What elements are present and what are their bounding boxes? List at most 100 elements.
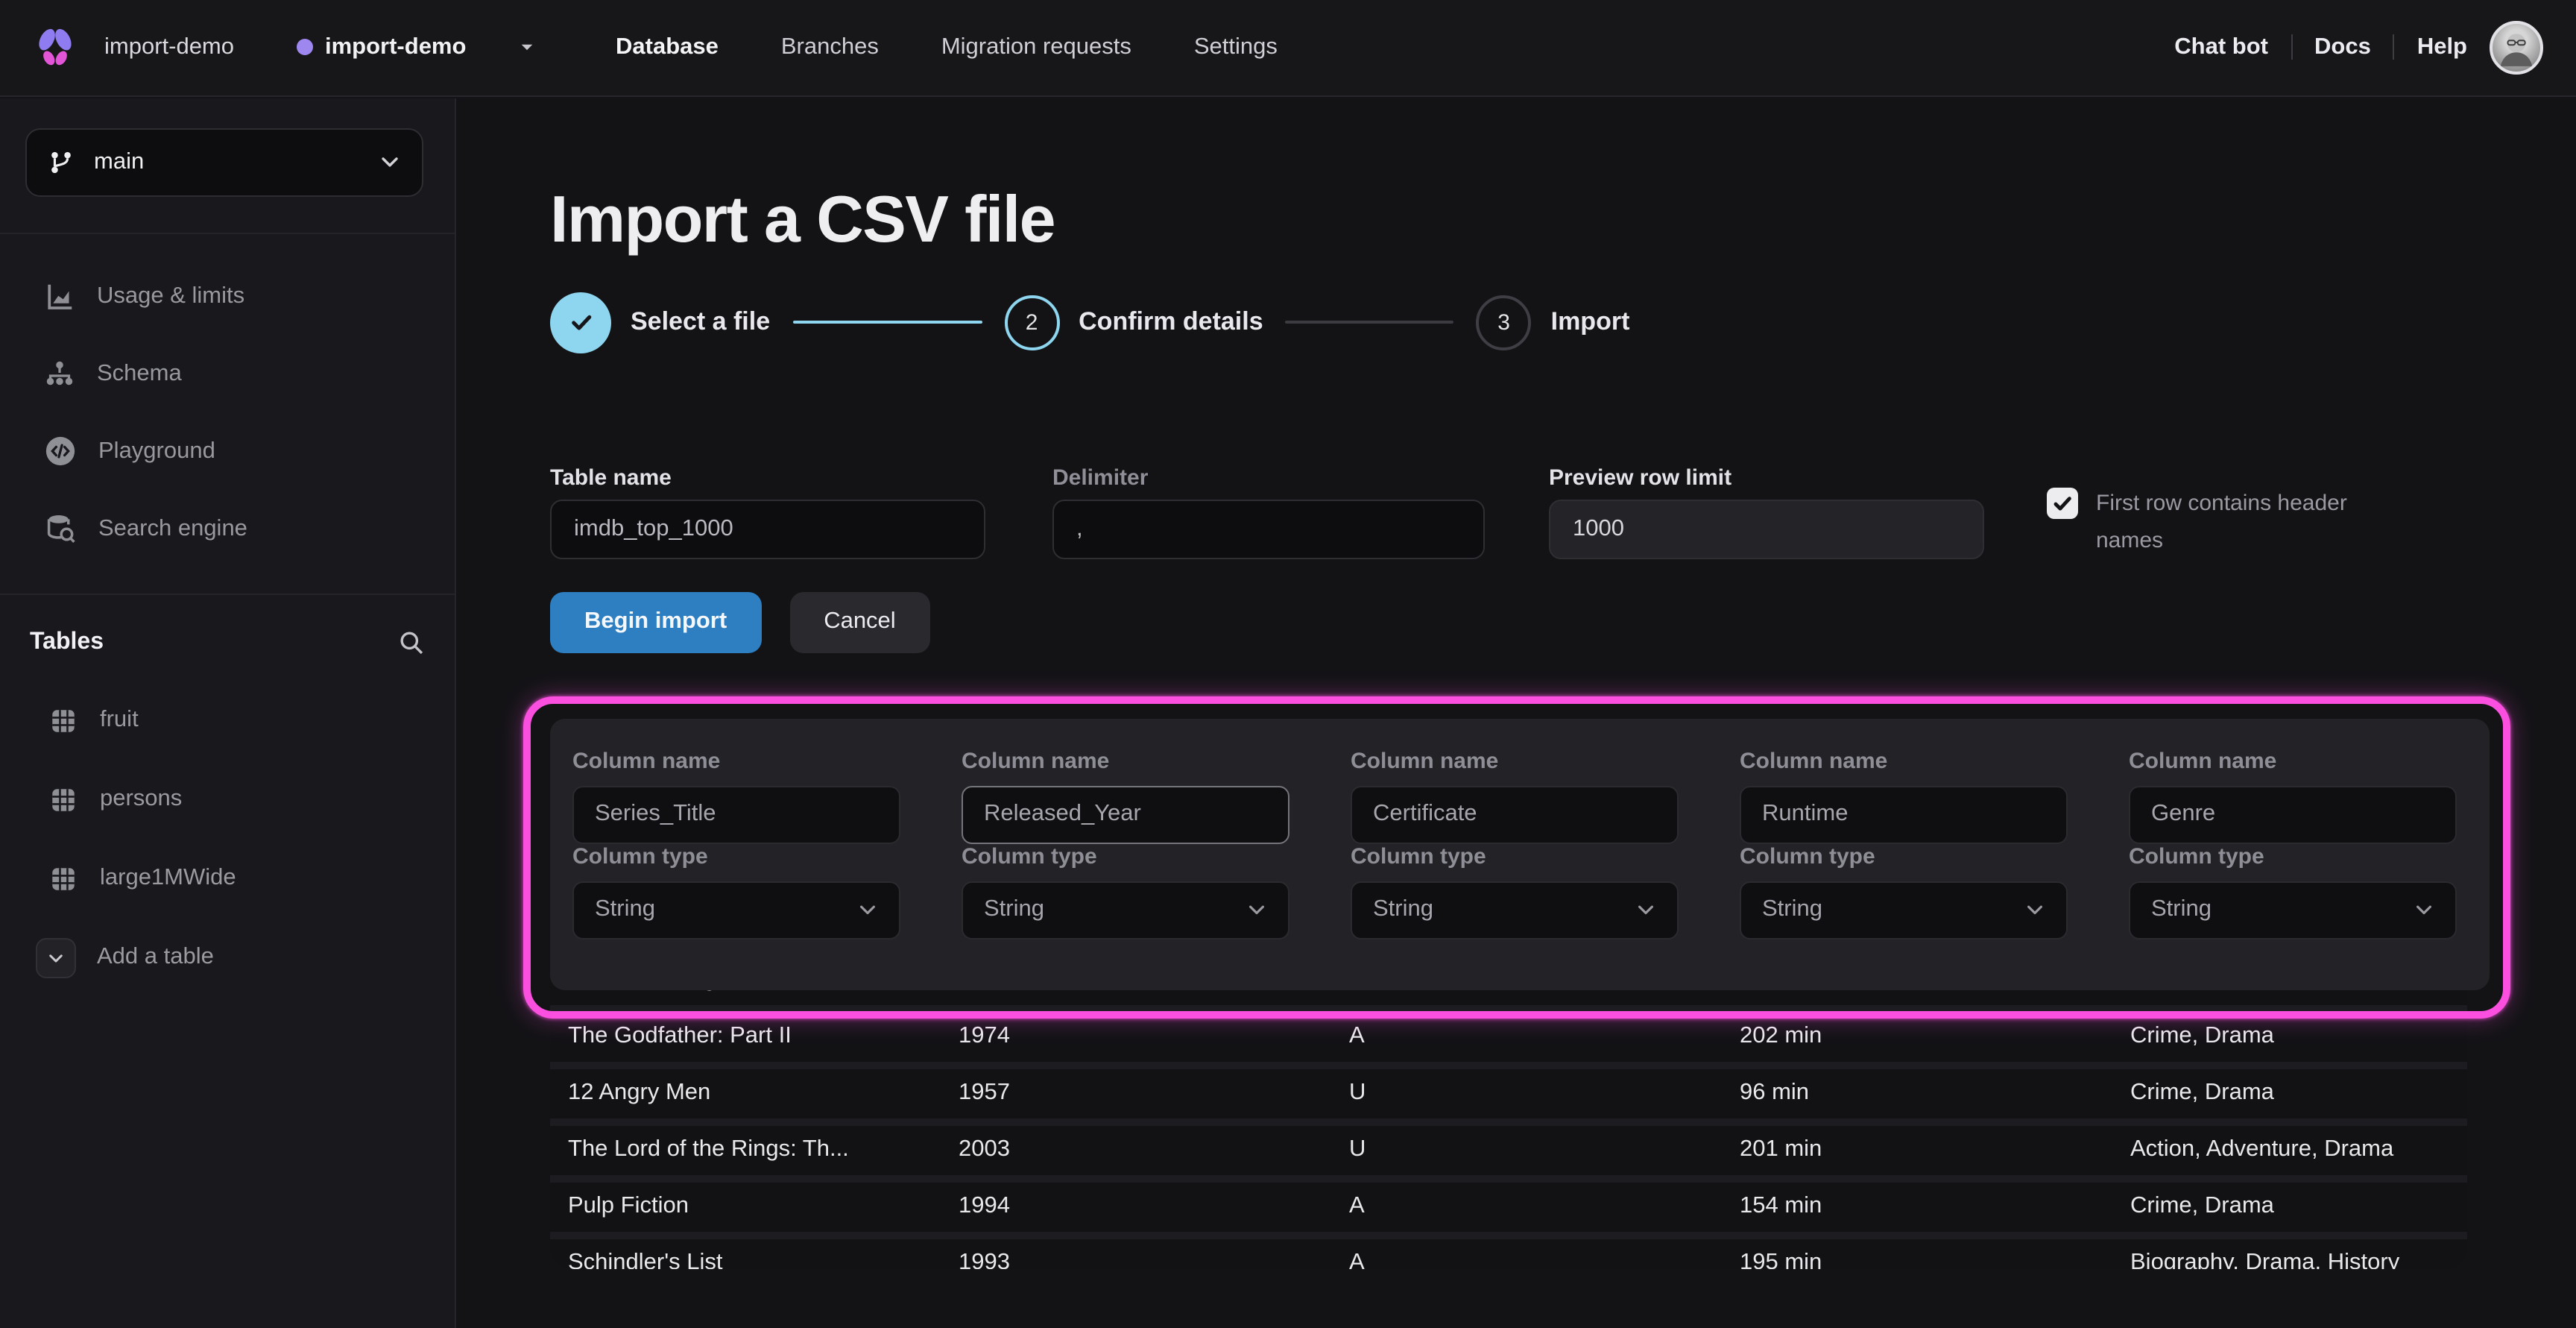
table-row[interactable]: The Godfather: Part II1974A202 minCrime,… (550, 1012, 2467, 1061)
table-row[interactable]: 12 Angry Men1957U96 minCrime, Drama (550, 1069, 2467, 1118)
tables-heading: Tables (30, 629, 398, 655)
delimiter-input[interactable]: , (1052, 499, 1485, 558)
sidebar-table-persons[interactable]: persons (0, 760, 455, 839)
top-nav-item-migration-requests[interactable]: Migration requests (941, 34, 1131, 61)
step-1-label: Select a file (631, 307, 770, 337)
begin-import-button[interactable]: Begin import (550, 591, 761, 652)
chat-bot-link[interactable]: Chat bot (2174, 34, 2268, 61)
table-grid-icon (49, 706, 78, 734)
form-actions: Begin import Cancel (550, 591, 930, 652)
table-cell: Crime, Drama (2112, 1193, 2467, 1220)
top-nav-item-database[interactable]: Database (616, 34, 719, 61)
help-link[interactable]: Help (2417, 34, 2467, 61)
table-row[interactable]: The Lord of the Rings: Th...2003U201 min… (550, 1125, 2467, 1174)
table-name-label: large1MWide (100, 865, 236, 892)
sidebar-item-search-engine[interactable]: Search engine (0, 490, 455, 567)
preview-row-limit-label: Preview row limit (1549, 465, 1984, 491)
workspace-name[interactable]: import-demo (104, 34, 234, 61)
table-cell: A (1331, 1023, 1722, 1050)
top-nav-item-settings[interactable]: Settings (1194, 34, 1278, 61)
sidebar-table-large1mwide[interactable]: large1MWide (0, 839, 455, 918)
column-name-label: Column name (1351, 748, 1498, 773)
add-table-label: Add a table (97, 944, 214, 971)
table-cell: 154 min (1722, 1193, 2112, 1220)
column-type-label: Column type (962, 843, 1097, 869)
column-type-select[interactable]: String (2129, 881, 2457, 939)
branch-name: main (94, 148, 359, 175)
playground-icon (45, 435, 76, 467)
cancel-button[interactable]: Cancel (789, 591, 930, 652)
docs-link[interactable]: Docs (2314, 34, 2371, 61)
column-mapping-panel: Column nameSeries_TitleColumn typeString… (550, 718, 2490, 989)
column-name-input[interactable]: Series_Title (572, 785, 900, 843)
column-type-select[interactable]: String (1740, 881, 2068, 939)
branch-selector[interactable]: main (25, 128, 423, 196)
table-cell: Crime, Drama (2112, 1023, 2467, 1050)
table-cell: 202 min (1722, 1023, 2112, 1050)
header-row-option: First row contains header names (2047, 465, 2390, 558)
first-row-header-label[interactable]: First row contains header names (2096, 484, 2364, 558)
first-row-header-checkbox[interactable] (2047, 487, 2078, 518)
table-cell: 12 Angry Men (550, 1080, 941, 1107)
column-type-value: String (2151, 896, 2212, 923)
column-mapping-1: Column nameReleased_YearColumn typeStrin… (962, 748, 1289, 939)
table-cell: 195 min (1722, 1250, 2112, 1268)
git-branch-icon (48, 148, 75, 175)
column-name-label: Column name (2129, 748, 2276, 773)
sidebar-item-usage-limits[interactable]: Usage & limits (0, 257, 455, 335)
sidebar-item-playground[interactable]: Playground (0, 412, 455, 490)
table-cell: 1994 (941, 1193, 1331, 1220)
search-icon[interactable] (398, 629, 425, 655)
column-name-label: Column name (572, 748, 720, 773)
sidebar-item-label: Usage & limits (97, 283, 244, 309)
table-name-input[interactable]: imdb_top_1000 (550, 499, 985, 558)
chevron-down-icon[interactable] (517, 38, 537, 57)
primary-nav: Database Branches Migration requests Settin… (616, 0, 1278, 95)
table-cell: 1993 (941, 1250, 1331, 1268)
column-mapping-2: Column nameCertificateColumn typeString (1351, 748, 1679, 939)
top-nav-item-branches[interactable]: Branches (781, 34, 879, 61)
database-switcher[interactable]: import-demo (325, 34, 466, 61)
column-type-select[interactable]: String (1351, 881, 1679, 939)
table-grid-icon (49, 785, 78, 814)
table-cell: Schindler's List (550, 1250, 941, 1268)
search-engine-icon (45, 513, 76, 544)
table-cell: U (1331, 1080, 1722, 1107)
chevron-down-icon (1635, 899, 1656, 920)
sidebar-item-label: Search engine (98, 515, 247, 542)
import-options-form: Table name imdb_top_1000 Delimiter , Pre… (550, 465, 2390, 558)
divider (2393, 35, 2395, 60)
page-title: Import a CSV file (550, 183, 1055, 257)
table-cell: 2003 (941, 1136, 1331, 1163)
table-row[interactable]: Schindler's List1993A195 minBiography, D… (550, 1239, 2467, 1268)
column-type-label: Column type (1740, 843, 1875, 869)
sidebar: main Usage & limits Schema Playground Searc… (0, 98, 456, 1328)
schema-icon (45, 359, 75, 388)
delimiter-label: Delimiter (1052, 465, 1485, 491)
xata-logo-icon[interactable] (33, 25, 78, 70)
sidebar-table-fruit[interactable]: fruit (0, 681, 455, 760)
column-type-value: String (1373, 896, 1433, 923)
step-3-circle: 3 (1477, 295, 1532, 350)
column-type-label: Column type (572, 843, 708, 869)
sidebar-item-label: Schema (97, 360, 182, 387)
column-name-input[interactable]: Certificate (1351, 785, 1679, 843)
add-table-button[interactable]: Add a table (0, 918, 455, 997)
chevron-down-icon[interactable] (36, 937, 76, 978)
table-cell: 1974 (941, 1023, 1331, 1050)
column-type-select[interactable]: String (962, 881, 1289, 939)
sidebar-item-schema[interactable]: Schema (0, 335, 455, 412)
database-color-dot (297, 40, 313, 56)
user-avatar[interactable] (2490, 21, 2543, 75)
column-name-input[interactable]: Runtime (1740, 785, 2068, 843)
column-name-input[interactable]: Released_Year (962, 785, 1289, 843)
table-cell: U (1331, 1136, 1722, 1163)
column-name-input[interactable]: Genre (2129, 785, 2457, 843)
table-row[interactable]: Pulp Fiction1994A154 minCrime, Drama (550, 1182, 2467, 1231)
sidebar-nav: Usage & limits Schema Playground Search eng… (0, 257, 455, 567)
table-name-label: Table name (550, 465, 985, 491)
step-1-check-icon (550, 292, 611, 353)
preview-row-limit-input[interactable]: 1000 (1549, 499, 1984, 558)
column-type-select[interactable]: String (572, 881, 900, 939)
table-cell: The Godfather: Part II (550, 1023, 941, 1050)
